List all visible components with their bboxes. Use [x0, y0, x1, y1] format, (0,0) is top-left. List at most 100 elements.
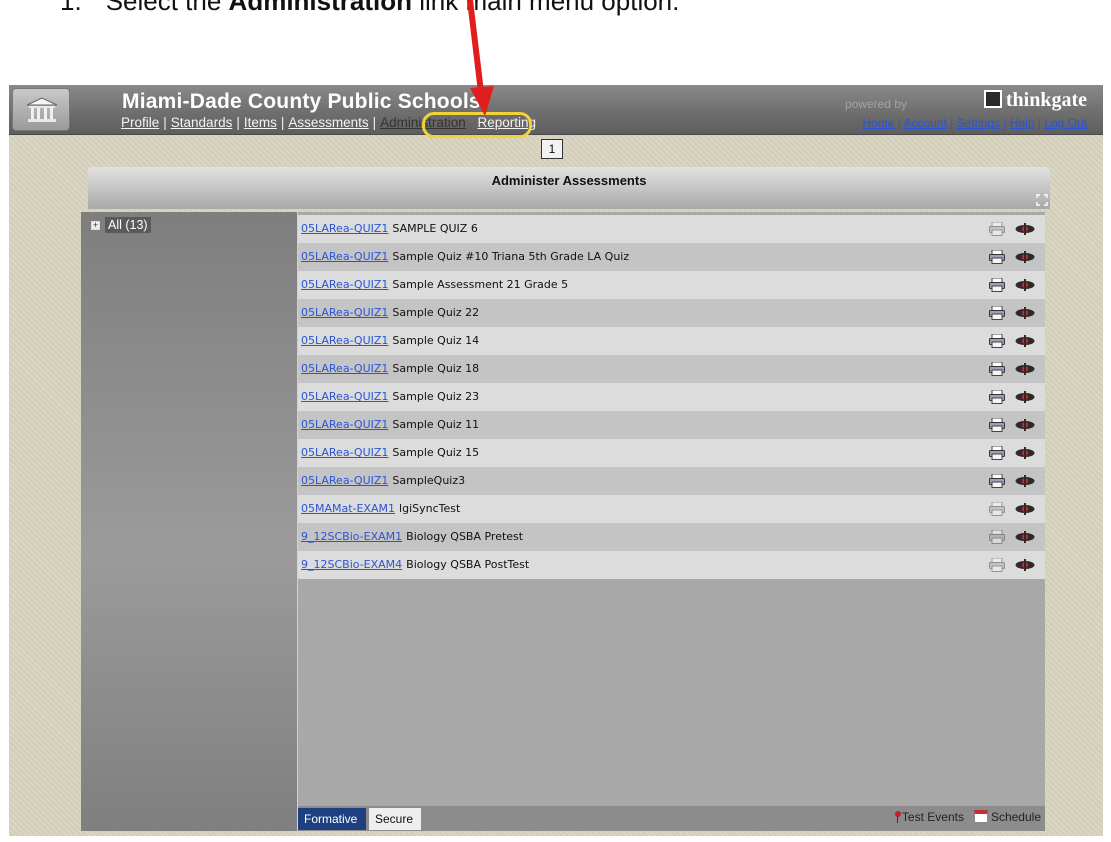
tab-formative[interactable]: Formative: [298, 808, 366, 830]
assessment-code-link[interactable]: 05LARea-QUIZ1: [301, 446, 388, 459]
printer-icon[interactable]: [989, 334, 1005, 348]
expand-icon[interactable]: [1036, 194, 1048, 206]
assessment-name: lgiSyncTest: [399, 502, 461, 515]
school-building-icon[interactable]: [12, 88, 70, 131]
table-row: 9_12SCBio-EXAM1 Biology QSBA Pretest: [298, 523, 1045, 551]
user-nav-account[interactable]: Account: [904, 116, 947, 130]
table-row: 05LARea-QUIZ1 SampleQuiz3: [298, 467, 1045, 495]
table-row: 05LARea-QUIZ1 SAMPLE QUIZ 6: [298, 215, 1045, 243]
administration-highlight-ring: [422, 112, 532, 138]
administer-icon[interactable]: [1015, 503, 1035, 515]
instruction-text: 1. Select the Administration link main me…: [60, 0, 679, 17]
panel-title: Administer Assessments: [491, 173, 647, 188]
user-nav-logout[interactable]: Log Out: [1044, 116, 1087, 130]
assessment-code-link[interactable]: 9_12SCBio-EXAM1: [301, 530, 402, 543]
nav-standards[interactable]: Standards: [171, 115, 233, 130]
assessment-name: Sample Assessment 21 Grade 5: [392, 278, 569, 291]
table-row: 05MAMat-EXAM1 lgiSyncTest: [298, 495, 1045, 523]
test-events-link[interactable]: Test Events: [902, 810, 964, 824]
assessment-name: Biology QSBA PostTest: [406, 558, 530, 571]
expand-toggle-icon[interactable]: +: [91, 221, 100, 230]
assessment-code-link[interactable]: 05LARea-QUIZ1: [301, 418, 388, 431]
administer-icon[interactable]: [1015, 251, 1035, 263]
tab-secure[interactable]: Secure: [369, 808, 421, 830]
assessment-name: Sample Quiz 23: [392, 390, 480, 403]
user-nav-help[interactable]: Help: [1010, 116, 1035, 130]
assessment-code-link[interactable]: 05LARea-QUIZ1: [301, 390, 388, 403]
app-window: Miami-Dade County Public Schools Profile…: [9, 85, 1103, 836]
bottom-bar: Formative Secure Test Events Schedule: [298, 806, 1045, 831]
table-row: 05LARea-QUIZ1 Sample Quiz 14: [298, 327, 1045, 355]
assessment-code-link[interactable]: 05LARea-QUIZ1: [301, 362, 388, 375]
footer-links: Test Events Schedule: [894, 810, 1041, 824]
printer-icon[interactable]: [989, 418, 1005, 432]
assessment-name: SampleQuiz3: [392, 474, 466, 487]
printer-icon[interactable]: [989, 222, 1005, 236]
thinkgate-icon: [983, 90, 1002, 108]
printer-icon[interactable]: [989, 474, 1005, 488]
administer-icon[interactable]: [1015, 335, 1035, 347]
printer-icon[interactable]: [989, 502, 1005, 516]
table-row: 05LARea-QUIZ1 Sample Quiz #10 Triana 5th …: [298, 243, 1045, 271]
assessment-list-pane: 05LARea-QUIZ1 SAMPLE QUIZ 6 05LARea-QUIZ1 S…: [298, 212, 1045, 831]
user-nav-settings[interactable]: Settings: [957, 116, 1000, 130]
administer-icon[interactable]: [1015, 475, 1035, 487]
schedule-link[interactable]: Schedule: [991, 810, 1041, 824]
administer-icon[interactable]: [1015, 307, 1035, 319]
printer-icon[interactable]: [989, 250, 1005, 264]
table-row: 05LARea-QUIZ1 Sample Quiz 15: [298, 439, 1045, 467]
administer-icon[interactable]: [1015, 363, 1035, 375]
assessment-list: 05LARea-QUIZ1 SAMPLE QUIZ 6 05LARea-QUIZ1 S…: [298, 215, 1045, 579]
assessment-code-link[interactable]: 9_12SCBio-EXAM4: [301, 558, 402, 571]
nav-profile[interactable]: Profile: [121, 115, 159, 130]
administer-icon[interactable]: [1015, 391, 1035, 403]
administer-icon[interactable]: [1015, 531, 1035, 543]
assessment-code-link[interactable]: 05LARea-QUIZ1: [301, 306, 388, 319]
printer-icon[interactable]: [989, 362, 1005, 376]
printer-icon[interactable]: [989, 530, 1005, 544]
assessment-code-link[interactable]: 05LARea-QUIZ1: [301, 250, 388, 263]
table-row: 05LARea-QUIZ1 Sample Quiz 18: [298, 355, 1045, 383]
assessment-name: Sample Quiz 11: [392, 418, 480, 431]
user-nav-home[interactable]: Home: [862, 116, 894, 130]
assessment-code-link[interactable]: 05LARea-QUIZ1: [301, 278, 388, 291]
instruction-prefix: Select the: [105, 0, 229, 16]
panel-header: Administer Assessments: [88, 167, 1050, 209]
powered-by-label: powered by: [844, 97, 907, 111]
assessment-name: SAMPLE QUIZ 6: [392, 222, 478, 235]
instruction-number: 1.: [60, 0, 82, 16]
assessment-name: Sample Quiz 14: [392, 334, 480, 347]
assessment-code-link[interactable]: 05MAMat-EXAM1: [301, 502, 395, 515]
administer-icon[interactable]: [1015, 223, 1035, 235]
administer-icon[interactable]: [1015, 419, 1035, 431]
administer-icon[interactable]: [1015, 559, 1035, 571]
assessment-code-link[interactable]: 05LARea-QUIZ1: [301, 334, 388, 347]
app-header: Miami-Dade County Public Schools Profile…: [9, 85, 1103, 138]
table-row: 05LARea-QUIZ1 Sample Quiz 11: [298, 411, 1045, 439]
assessment-name: Biology QSBA Pretest: [406, 530, 524, 543]
nav-assessments[interactable]: Assessments: [288, 115, 368, 130]
calendar-icon: [973, 810, 988, 823]
administer-icon[interactable]: [1015, 279, 1035, 291]
nav-items[interactable]: Items: [244, 115, 277, 130]
tree-pane: + All (13): [81, 212, 297, 831]
printer-icon[interactable]: [989, 278, 1005, 292]
printer-icon[interactable]: [989, 306, 1005, 320]
assessment-name: Sample Quiz #10 Triana 5th Grade LA Quiz: [392, 250, 630, 263]
tree-node-label[interactable]: All (13): [105, 217, 151, 233]
assessment-name: Sample Quiz 22: [392, 306, 480, 319]
assessment-code-link[interactable]: 05LARea-QUIZ1: [301, 222, 388, 235]
administer-icon[interactable]: [1015, 447, 1035, 459]
instruction-suffix: link main menu option.: [412, 0, 680, 16]
tree-node-all[interactable]: + All (13): [91, 217, 151, 233]
printer-icon[interactable]: [989, 390, 1005, 404]
table-row: 9_12SCBio-EXAM4 Biology QSBA PostTest: [298, 551, 1045, 579]
user-nav: Home | Account | Settings | Help | Log O…: [862, 116, 1087, 130]
site-title: Miami-Dade County Public Schools: [122, 90, 481, 113]
assessment-name: Sample Quiz 15: [392, 446, 480, 459]
printer-icon[interactable]: [989, 558, 1005, 572]
printer-icon[interactable]: [989, 446, 1005, 460]
instruction-bold: Administration: [228, 0, 412, 16]
pin-icon: [894, 811, 901, 823]
assessment-code-link[interactable]: 05LARea-QUIZ1: [301, 474, 388, 487]
